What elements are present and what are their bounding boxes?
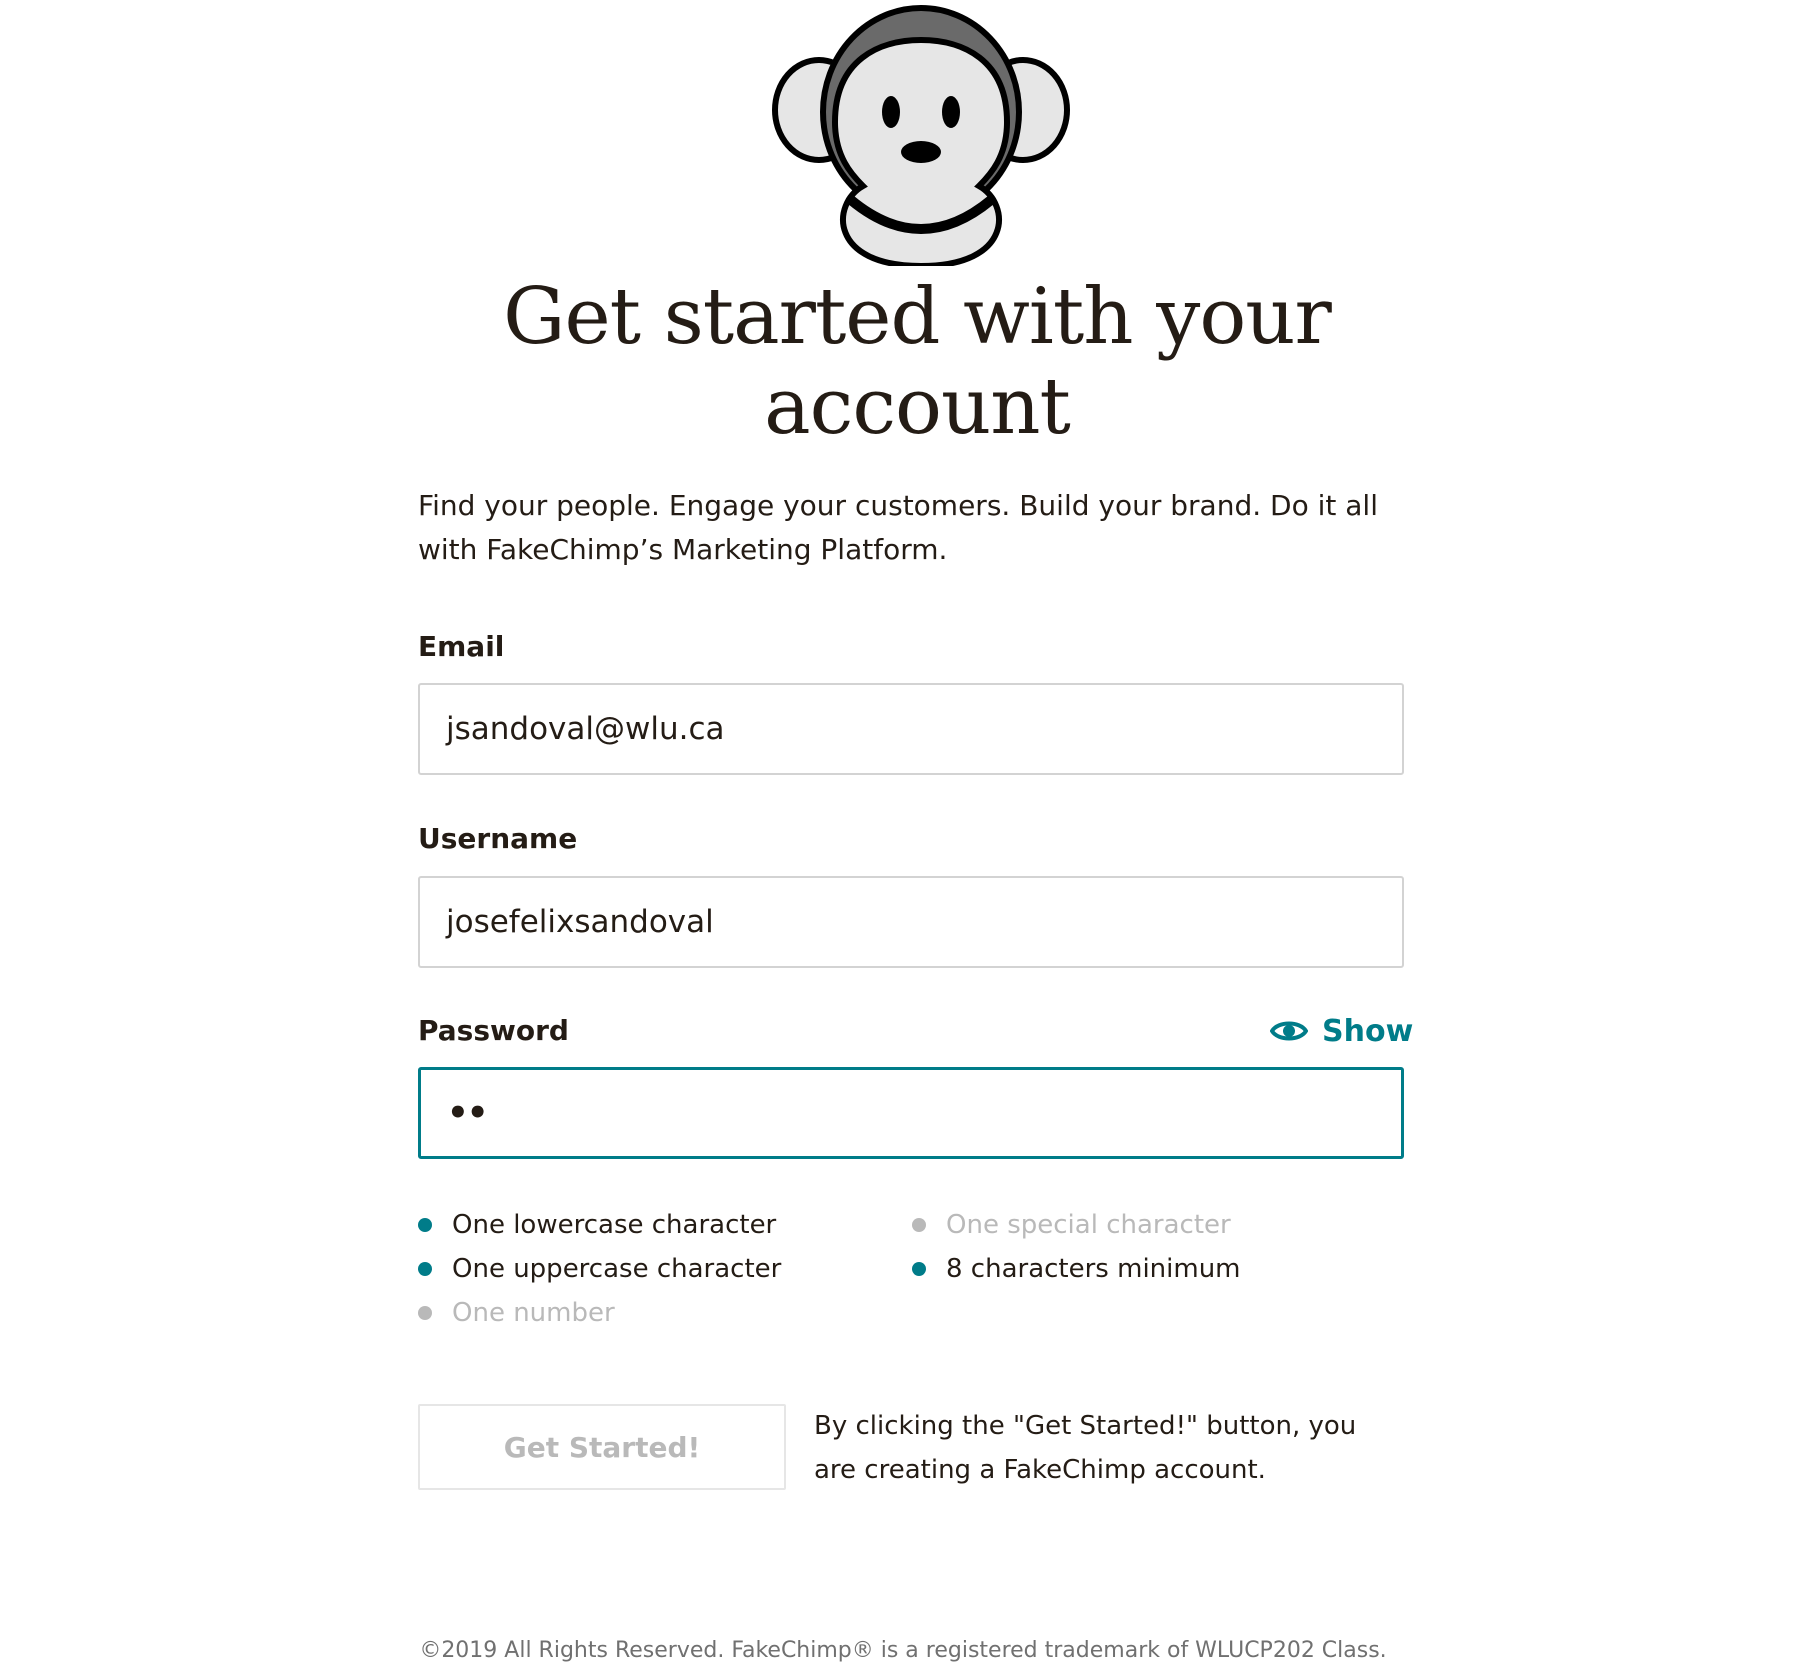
- footer-copyright: ©2019 All Rights Reserved. FakeChimp® is…: [419, 1638, 1387, 1663]
- rule-text: 8 characters minimum: [946, 1254, 1241, 1284]
- email-label: Email: [418, 630, 505, 663]
- password-label: Password: [418, 1014, 569, 1047]
- password-requirements: One lowercase character One uppercase ch…: [418, 1208, 1404, 1348]
- eye-icon: [1270, 1021, 1308, 1041]
- username-field[interactable]: josefelixsandoval: [418, 876, 1404, 968]
- status-dot: [418, 1262, 432, 1276]
- tagline: Find your people. Engage your customers.…: [418, 489, 1378, 566]
- get-started-button[interactable]: Get Started!: [418, 1404, 786, 1490]
- terms-text: By clicking the "Get Started!" button, y…: [814, 1411, 1357, 1485]
- rule-min-length: 8 characters minimum: [912, 1252, 1241, 1286]
- password-field[interactable]: ••: [418, 1067, 1404, 1159]
- rule-text: One uppercase character: [452, 1254, 782, 1284]
- status-dot: [912, 1262, 926, 1276]
- email-value: jsandoval@wlu.ca: [446, 711, 725, 747]
- status-dot: [912, 1218, 926, 1232]
- show-label: Show: [1322, 1013, 1414, 1049]
- username-value: josefelixsandoval: [446, 904, 714, 940]
- rule-text: One lowercase character: [452, 1210, 777, 1240]
- status-dot: [418, 1218, 432, 1232]
- rule-special: One special character: [912, 1208, 1231, 1242]
- rule-uppercase: One uppercase character: [418, 1252, 781, 1286]
- monkey-mascot-icon: [772, 5, 1070, 266]
- rule-text: One special character: [946, 1210, 1231, 1240]
- rule-lowercase: One lowercase character: [418, 1208, 776, 1242]
- password-value: ••: [447, 1093, 488, 1133]
- status-dot: [418, 1306, 432, 1320]
- username-label: Username: [418, 822, 578, 855]
- rule-number: One number: [418, 1296, 615, 1330]
- rule-text: One number: [452, 1298, 615, 1328]
- page-title: Get started with your account: [503, 272, 1332, 452]
- show-password-toggle[interactable]: Show: [1270, 1011, 1413, 1051]
- email-field[interactable]: jsandoval@wlu.ca: [418, 683, 1404, 775]
